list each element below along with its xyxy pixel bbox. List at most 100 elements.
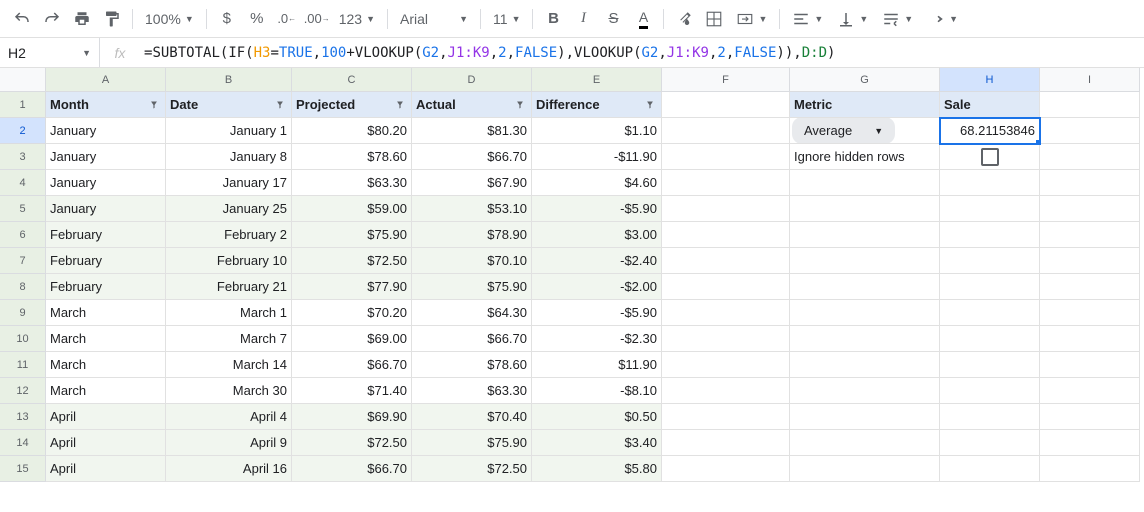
text-wrap-dropdown[interactable]: ▼ xyxy=(876,5,919,33)
cell-D7[interactable]: $70.10 xyxy=(412,248,532,274)
row-header-1[interactable]: 1 xyxy=(0,92,46,118)
cell-F13[interactable] xyxy=(662,404,790,430)
cell-E1[interactable]: Difference xyxy=(532,92,662,118)
formula-input[interactable]: =SUBTOTAL(IF(H3=TRUE,100+VLOOKUP(G2,J1:K… xyxy=(140,38,1144,67)
merge-cells-dropdown[interactable]: ▼ xyxy=(730,5,773,33)
row-header-5[interactable]: 5 xyxy=(0,196,46,222)
filter-icon[interactable] xyxy=(147,98,161,112)
cell-B4[interactable]: January 17 xyxy=(166,170,292,196)
cell-F2[interactable] xyxy=(662,118,790,144)
cell-F14[interactable] xyxy=(662,430,790,456)
cell-I13[interactable] xyxy=(1040,404,1140,430)
cell-I6[interactable] xyxy=(1040,222,1140,248)
italic-button[interactable]: I xyxy=(569,5,597,33)
cell-F8[interactable] xyxy=(662,274,790,300)
font-dropdown[interactable]: Arial▼ xyxy=(394,5,474,33)
cell-G10[interactable] xyxy=(790,326,940,352)
row-header-8[interactable]: 8 xyxy=(0,274,46,300)
cell-F6[interactable] xyxy=(662,222,790,248)
row-header-14[interactable]: 14 xyxy=(0,430,46,456)
column-header-F[interactable]: F xyxy=(662,68,790,92)
row-header-10[interactable]: 10 xyxy=(0,326,46,352)
cell-D4[interactable]: $67.90 xyxy=(412,170,532,196)
vertical-align-dropdown[interactable]: ▼ xyxy=(831,5,874,33)
cell-C15[interactable]: $66.70 xyxy=(292,456,412,482)
column-header-I[interactable]: I xyxy=(1040,68,1140,92)
undo-button[interactable] xyxy=(8,5,36,33)
cell-B8[interactable]: February 21 xyxy=(166,274,292,300)
cell-H10[interactable] xyxy=(940,326,1040,352)
column-header-A[interactable]: A xyxy=(46,68,166,92)
cell-A5[interactable]: January xyxy=(46,196,166,222)
cell-A8[interactable]: February xyxy=(46,274,166,300)
column-header-C[interactable]: C xyxy=(292,68,412,92)
cell-G11[interactable] xyxy=(790,352,940,378)
column-header-H[interactable]: H xyxy=(940,68,1040,92)
cell-I3[interactable] xyxy=(1040,144,1140,170)
cell-H5[interactable] xyxy=(940,196,1040,222)
ignore-hidden-checkbox[interactable] xyxy=(981,148,999,166)
row-header-2[interactable]: 2 xyxy=(0,118,46,144)
cell-A1[interactable]: Month xyxy=(46,92,166,118)
increase-decimal-button[interactable]: .00→ xyxy=(303,5,331,33)
cell-G12[interactable] xyxy=(790,378,940,404)
cell-G4[interactable] xyxy=(790,170,940,196)
cell-H9[interactable] xyxy=(940,300,1040,326)
cell-I8[interactable] xyxy=(1040,274,1140,300)
cell-B13[interactable]: April 4 xyxy=(166,404,292,430)
select-all-corner[interactable] xyxy=(0,68,46,92)
row-header-6[interactable]: 6 xyxy=(0,222,46,248)
row-header-15[interactable]: 15 xyxy=(0,456,46,482)
cell-D11[interactable]: $78.60 xyxy=(412,352,532,378)
row-header-13[interactable]: 13 xyxy=(0,404,46,430)
cell-G3[interactable]: Ignore hidden rows xyxy=(790,144,940,170)
cell-H15[interactable] xyxy=(940,456,1040,482)
cell-I15[interactable] xyxy=(1040,456,1140,482)
cell-D2[interactable]: $81.30 xyxy=(412,118,532,144)
decrease-decimal-button[interactable]: .0← xyxy=(273,5,301,33)
cell-H2[interactable]: 68.21153846 xyxy=(940,118,1040,144)
cell-C3[interactable]: $78.60 xyxy=(292,144,412,170)
cell-I11[interactable] xyxy=(1040,352,1140,378)
cell-D14[interactable]: $75.90 xyxy=(412,430,532,456)
cell-I12[interactable] xyxy=(1040,378,1140,404)
column-header-D[interactable]: D xyxy=(412,68,532,92)
redo-button[interactable] xyxy=(38,5,66,33)
horizontal-align-dropdown[interactable]: ▼ xyxy=(786,5,829,33)
column-header-G[interactable]: G xyxy=(790,68,940,92)
zoom-dropdown[interactable]: 100%▼ xyxy=(139,5,200,33)
cell-B6[interactable]: February 2 xyxy=(166,222,292,248)
cell-F11[interactable] xyxy=(662,352,790,378)
cell-B2[interactable]: January 1 xyxy=(166,118,292,144)
cell-A10[interactable]: March xyxy=(46,326,166,352)
cell-A9[interactable]: March xyxy=(46,300,166,326)
row-header-4[interactable]: 4 xyxy=(0,170,46,196)
cell-A2[interactable]: January xyxy=(46,118,166,144)
cell-D5[interactable]: $53.10 xyxy=(412,196,532,222)
cell-A7[interactable]: February xyxy=(46,248,166,274)
cell-H1[interactable]: Sale xyxy=(940,92,1040,118)
row-header-9[interactable]: 9 xyxy=(0,300,46,326)
cell-A4[interactable]: January xyxy=(46,170,166,196)
cell-C14[interactable]: $72.50 xyxy=(292,430,412,456)
cell-E6[interactable]: $3.00 xyxy=(532,222,662,248)
cell-G15[interactable] xyxy=(790,456,940,482)
row-header-7[interactable]: 7 xyxy=(0,248,46,274)
cell-F1[interactable] xyxy=(662,92,790,118)
font-size-dropdown[interactable]: 11▼ xyxy=(487,5,526,33)
cell-H4[interactable] xyxy=(940,170,1040,196)
cell-I14[interactable] xyxy=(1040,430,1140,456)
cell-E5[interactable]: -$5.90 xyxy=(532,196,662,222)
cell-D10[interactable]: $66.70 xyxy=(412,326,532,352)
bold-button[interactable]: B xyxy=(539,5,567,33)
print-button[interactable] xyxy=(68,5,96,33)
filter-icon[interactable] xyxy=(643,98,657,112)
cell-D13[interactable]: $70.40 xyxy=(412,404,532,430)
cell-I5[interactable] xyxy=(1040,196,1140,222)
more-formats-dropdown[interactable]: 123▼ xyxy=(333,5,381,33)
cell-I9[interactable] xyxy=(1040,300,1140,326)
cell-D8[interactable]: $75.90 xyxy=(412,274,532,300)
cell-C11[interactable]: $66.70 xyxy=(292,352,412,378)
cell-B15[interactable]: April 16 xyxy=(166,456,292,482)
cell-F5[interactable] xyxy=(662,196,790,222)
